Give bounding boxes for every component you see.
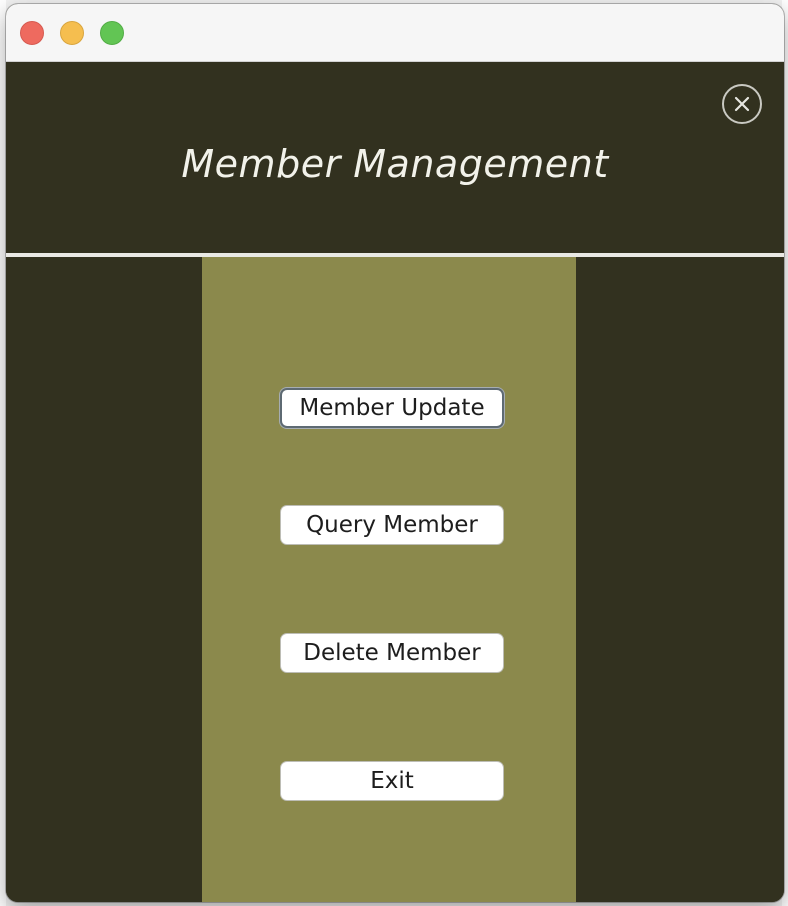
member-update-button[interactable]: Member Update: [280, 388, 504, 428]
close-circle-icon[interactable]: [722, 84, 762, 124]
app-window: Member Management Member Update Query Me…: [6, 4, 784, 902]
main-area: Member Update Query Member Delete Member…: [6, 257, 784, 902]
delete-member-button[interactable]: Delete Member: [280, 633, 504, 673]
close-x-glyph: [734, 96, 750, 112]
window-maximize-button[interactable]: [100, 21, 124, 45]
page-title: Member Management: [181, 142, 609, 186]
header-panel: Member Management: [6, 62, 784, 253]
window-minimize-button[interactable]: [60, 21, 84, 45]
query-member-button[interactable]: Query Member: [280, 505, 504, 545]
window-close-button[interactable]: [20, 21, 44, 45]
menu-panel: Member Update Query Member Delete Member…: [202, 257, 576, 902]
exit-button[interactable]: Exit: [280, 761, 504, 801]
window-titlebar[interactable]: [6, 4, 784, 62]
